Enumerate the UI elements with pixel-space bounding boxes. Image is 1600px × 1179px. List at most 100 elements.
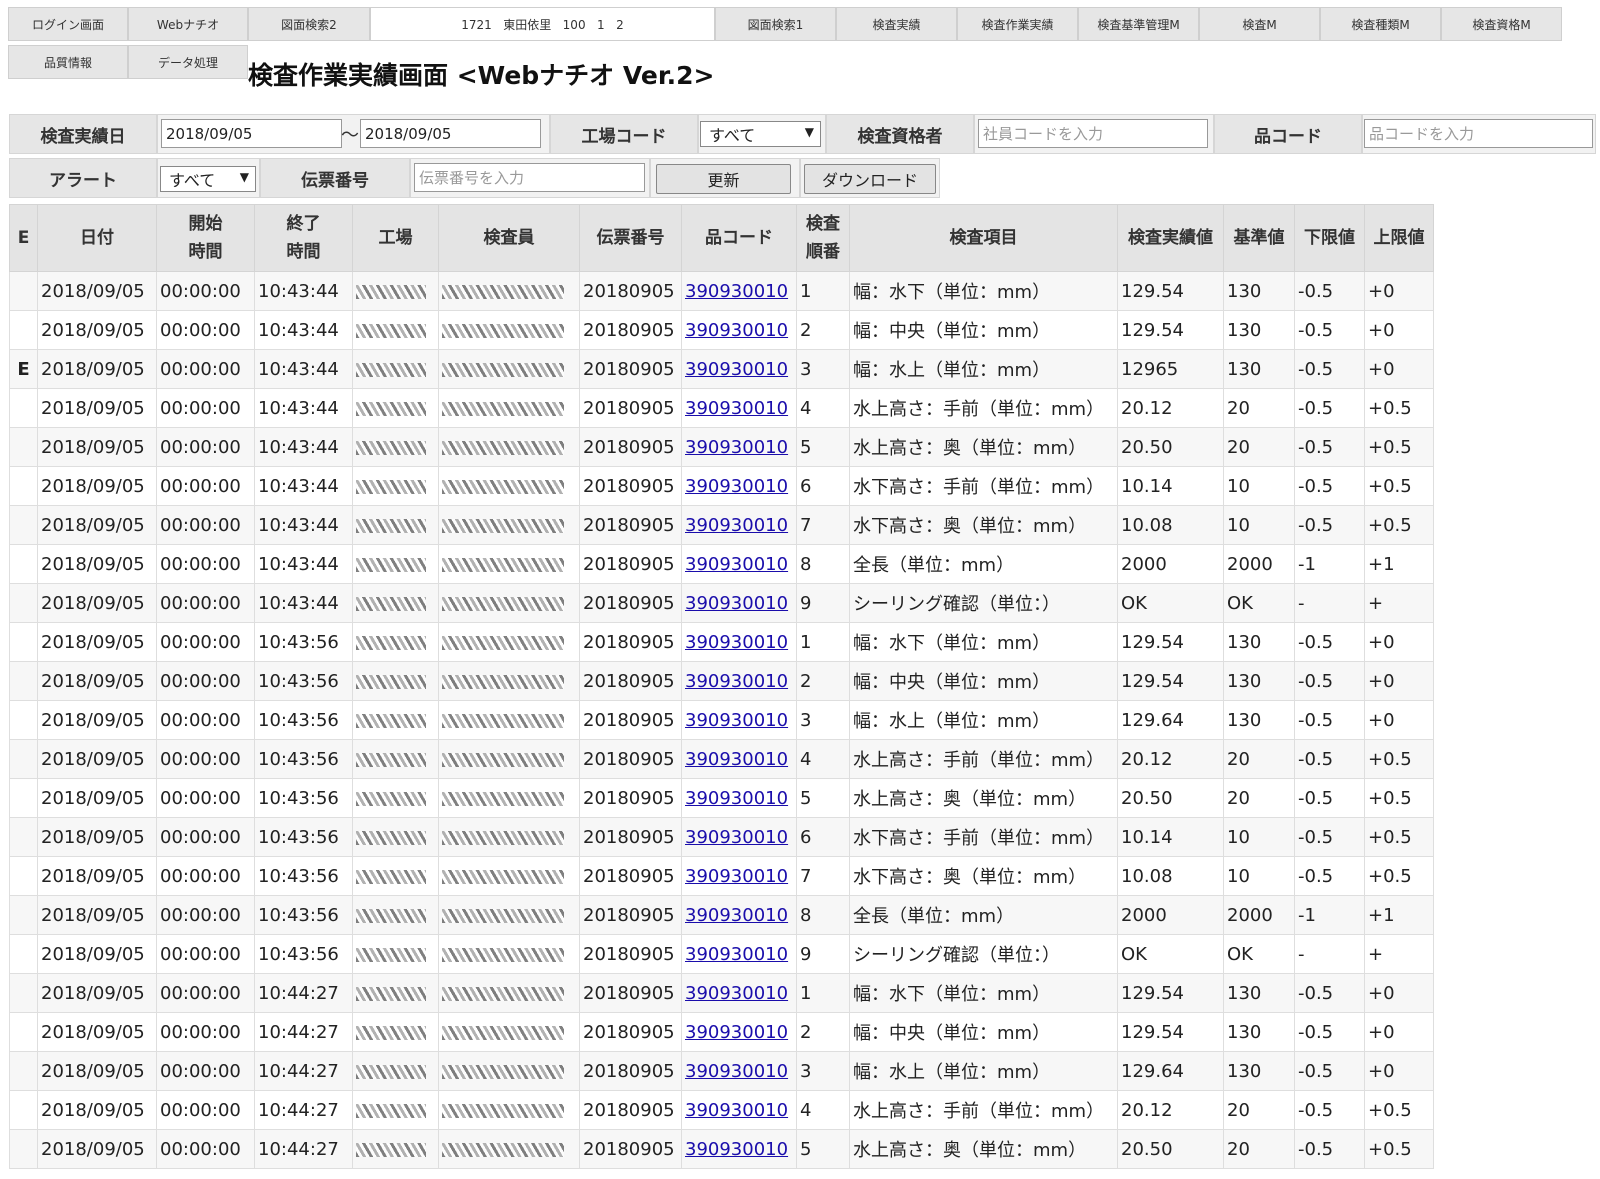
redacted-text (356, 908, 426, 923)
alert-select[interactable]: すべて ▼ (160, 166, 256, 192)
nav-login[interactable]: ログイン画面 (8, 7, 128, 41)
cell-date: 2018/09/05 (37, 622, 157, 662)
cell-inspection-order: 2 (796, 1012, 850, 1052)
product-code-link[interactable]: 390930010 (685, 320, 788, 341)
cell-inspector-redacted (438, 427, 580, 467)
factory-select[interactable]: すべて ▼ (700, 121, 821, 147)
product-code-link[interactable]: 390930010 (685, 866, 788, 887)
table-row: 2018/09/05 00:00:00 10:43:56 20180905 390930… (9, 856, 1434, 896)
cell-end-time: 10:44:27 (254, 973, 353, 1013)
table-row: 2018/09/05 00:00:00 10:44:27 20180905 390930… (9, 1129, 1434, 1169)
product-code-link[interactable]: 390930010 (685, 593, 788, 614)
cell-product-code: 390930010 (681, 505, 797, 545)
redacted-text (356, 362, 426, 377)
header-start-time-line2: 時間 (188, 242, 223, 262)
product-code-link[interactable]: 390930010 (685, 710, 788, 731)
product-code-link[interactable]: 390930010 (685, 944, 788, 965)
product-code-link[interactable]: 390930010 (685, 905, 788, 926)
product-code-link[interactable]: 390930010 (685, 632, 788, 653)
cell-start-time: 00:00:00 (156, 1129, 255, 1169)
redacted-text (356, 752, 426, 767)
cell-upper-limit: +0 (1364, 1012, 1434, 1052)
table-row: 2018/09/05 00:00:00 10:43:44 20180905 390930… (9, 466, 1434, 506)
product-code-link[interactable]: 390930010 (685, 476, 788, 497)
cell-inspection-item: 水上高さ：奥（単位：mm） (849, 1129, 1118, 1169)
product-code-link[interactable]: 390930010 (685, 515, 788, 536)
nav-inspection-standard-master[interactable]: 検査基準管理M (1078, 7, 1199, 41)
product-code-link[interactable]: 390930010 (685, 827, 788, 848)
download-button[interactable]: ダウンロード (804, 164, 936, 194)
cell-product-code: 390930010 (681, 1129, 797, 1169)
product-code-link[interactable]: 390930010 (685, 437, 788, 458)
product-code-link[interactable]: 390930010 (685, 983, 788, 1004)
cell-inspector-redacted (438, 388, 580, 428)
redacted-text (442, 1064, 564, 1079)
cell-inspection-order: 7 (796, 505, 850, 545)
nav-drawing-search-1[interactable]: 図面検索1 (715, 7, 836, 41)
cell-error-flag (9, 622, 38, 662)
cell-date: 2018/09/05 (37, 1129, 157, 1169)
table-row: 2018/09/05 00:00:00 10:43:44 20180905 390930… (9, 583, 1434, 623)
cell-upper-limit: + (1364, 934, 1434, 974)
cell-date: 2018/09/05 (37, 934, 157, 974)
cell-standard-value: 20 (1223, 739, 1295, 779)
cell-inspector-redacted (438, 1129, 580, 1169)
nav-inspection-type-master[interactable]: 検査種類M (1320, 7, 1441, 41)
cell-factory-redacted (352, 700, 439, 740)
product-code-input[interactable] (1364, 119, 1593, 148)
product-code-link[interactable]: 390930010 (685, 788, 788, 809)
product-code-link[interactable]: 390930010 (685, 554, 788, 575)
nav-webnachio[interactable]: Webナチオ (128, 7, 248, 41)
product-code-link[interactable]: 390930010 (685, 281, 788, 302)
redacted-text (356, 713, 426, 728)
product-code-link[interactable]: 390930010 (685, 749, 788, 770)
table-row: 2018/09/05 00:00:00 10:43:44 20180905 390930… (9, 271, 1434, 311)
product-code-link[interactable]: 390930010 (685, 671, 788, 692)
nav-quality-info[interactable]: 品質情報 (8, 45, 128, 79)
nav-drawing-search-2[interactable]: 図面検索2 (248, 7, 370, 41)
cell-lower-limit: -0.5 (1294, 622, 1365, 662)
cell-slip-number: 20180905 (579, 739, 682, 779)
cell-factory-redacted (352, 349, 439, 389)
redacted-text (442, 908, 564, 923)
cell-inspection-item: 全長（単位：mm） (849, 544, 1118, 584)
cell-end-time: 10:43:44 (254, 466, 353, 506)
update-button[interactable]: 更新 (656, 164, 791, 194)
cell-inspection-item: 幅：中央（単位：mm） (849, 1012, 1118, 1052)
cell-slip-number: 20180905 (579, 388, 682, 428)
cell-inspector-redacted (438, 622, 580, 662)
nav-inspection-qualification-master[interactable]: 検査資格M (1441, 7, 1562, 41)
cell-date: 2018/09/05 (37, 1051, 157, 1091)
redacted-text (442, 362, 564, 377)
product-code-link[interactable]: 390930010 (685, 1100, 788, 1121)
slip-number-input[interactable] (414, 163, 645, 192)
product-code-link[interactable]: 390930010 (685, 1139, 788, 1160)
date-from-input[interactable] (161, 119, 342, 148)
product-code-link[interactable]: 390930010 (685, 1061, 788, 1082)
nav-inspection-results[interactable]: 検査実績 (836, 7, 957, 41)
header-e: E (9, 204, 38, 272)
redacted-text (356, 1025, 426, 1040)
nav-inspection-work-results[interactable]: 検査作業実績 (957, 7, 1078, 41)
table-row: 2018/09/05 00:00:00 10:43:44 20180905 390930… (9, 427, 1434, 467)
cell-slip-number: 20180905 (579, 973, 682, 1013)
cell-start-time: 00:00:00 (156, 1090, 255, 1130)
product-code-link[interactable]: 390930010 (685, 359, 788, 380)
nav-data-processing[interactable]: データ処理 (128, 45, 248, 79)
cell-inspector-redacted (438, 583, 580, 623)
table-row: 2018/09/05 00:00:00 10:43:56 20180905 390930… (9, 661, 1434, 701)
cell-error-flag (9, 1012, 38, 1052)
date-to-input[interactable] (360, 119, 541, 148)
cell-lower-limit: -0.5 (1294, 466, 1365, 506)
cell-slip-number: 20180905 (579, 427, 682, 467)
product-code-link[interactable]: 390930010 (685, 398, 788, 419)
product-code-link[interactable]: 390930010 (685, 1022, 788, 1043)
inspector-input[interactable] (978, 119, 1208, 148)
cell-error-flag (9, 1090, 38, 1130)
cell-upper-limit: +0 (1364, 700, 1434, 740)
cell-standard-value: 130 (1223, 661, 1295, 701)
table-row: 2018/09/05 00:00:00 10:43:44 20180905 390930… (9, 544, 1434, 584)
cell-factory-redacted (352, 271, 439, 311)
cell-result-value: 10.14 (1117, 466, 1224, 506)
nav-inspection-master[interactable]: 検査M (1199, 7, 1320, 41)
